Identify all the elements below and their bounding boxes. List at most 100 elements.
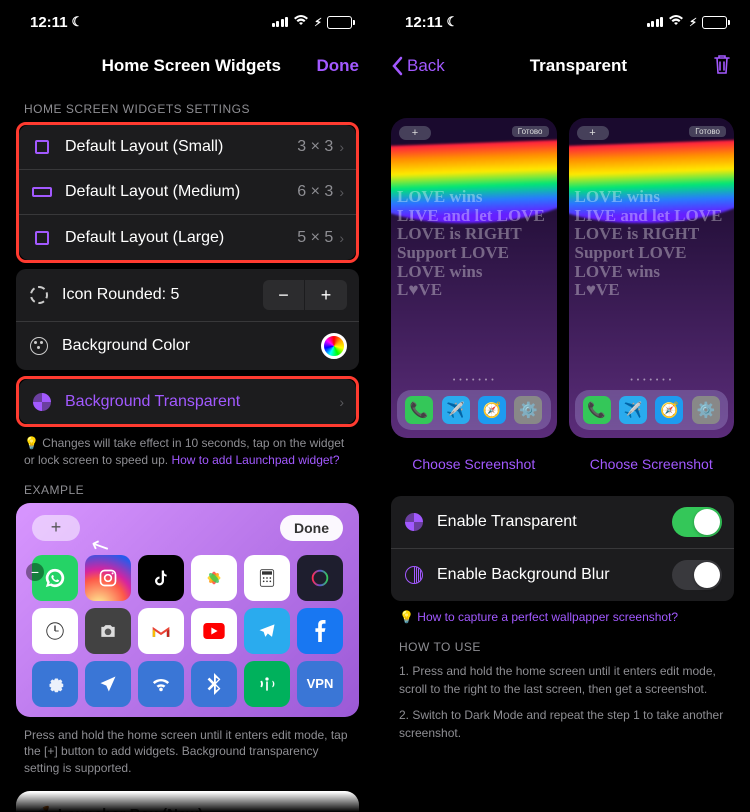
- example-done: Done: [280, 515, 343, 541]
- tip-text: 💡 Changes will take effect in 10 seconds…: [24, 435, 351, 469]
- howto-header: HOW TO USE: [399, 640, 734, 654]
- card-title: Launcher Box (New): [58, 806, 203, 812]
- layout-large-row[interactable]: Default Layout (Large) 5 × 5 ›: [19, 215, 356, 260]
- icon-grid: VPN: [26, 555, 349, 707]
- status-bar: 12:11☾ ⚡︎ 84: [375, 0, 750, 44]
- highlighted-layouts: Default Layout (Small) 3 × 3 › Default L…: [16, 122, 359, 263]
- camera-icon: [85, 608, 131, 654]
- tip-link[interactable]: How to add Launchpad widget?: [171, 453, 339, 467]
- instagram-icon: [85, 555, 131, 601]
- calculator-icon: [244, 555, 290, 601]
- choose-screenshot-button[interactable]: Choose Screenshot: [391, 448, 557, 480]
- row-label: Background Color: [62, 337, 321, 355]
- row-label: Enable Background Blur: [437, 566, 672, 584]
- back-button[interactable]: Back: [391, 56, 445, 76]
- tip-text: 💡 How to capture a perfect wallpapper sc…: [399, 609, 726, 626]
- launcher-card: 🚀 Launcher Box (New) Lock Launcher Show …: [16, 791, 359, 812]
- charge-icon: ⚡︎: [689, 16, 697, 29]
- signal-icon: [272, 17, 289, 27]
- row-label: Icon Rounded: 5: [62, 286, 263, 304]
- battery-icon: 84: [702, 16, 730, 29]
- chevron-icon: ›: [339, 230, 344, 246]
- enable-blur-row: Enable Background Blur: [391, 549, 734, 601]
- page-title: Transparent: [445, 56, 712, 76]
- remove-icon: −: [26, 563, 44, 581]
- facebook-icon: [297, 608, 343, 654]
- clock-icon: [32, 608, 78, 654]
- dnd-icon: ☾: [447, 14, 459, 30]
- bulb-icon: 💡: [24, 436, 39, 450]
- example-box: + Done ↖ −: [16, 503, 359, 717]
- rocket-icon: 🚀: [30, 805, 50, 812]
- checker-icon: [403, 511, 425, 533]
- enable-transparent-row: Enable Transparent: [391, 496, 734, 549]
- done-button[interactable]: Done: [317, 56, 360, 76]
- transparent-toggle[interactable]: [672, 507, 722, 537]
- square-icon: [31, 136, 53, 158]
- blur-icon: [403, 564, 425, 586]
- tiktok-icon: [138, 555, 184, 601]
- row-label: Enable Transparent: [437, 513, 672, 531]
- gmail-icon: [138, 608, 184, 654]
- nav-bar: Back Transparent: [375, 44, 750, 88]
- color-wheel[interactable]: [321, 333, 347, 359]
- preview-image[interactable]: + Готово LOVE winsLIVE and let LOVELOVE …: [391, 118, 557, 438]
- layout-small-row[interactable]: Default Layout (Small) 3 × 3 ›: [19, 125, 356, 170]
- row-label: Default Layout (Large): [65, 229, 297, 247]
- plus-button[interactable]: +: [305, 280, 347, 310]
- chevron-icon: ›: [339, 139, 344, 155]
- example-desc: Press and hold the home screen until it …: [24, 727, 351, 777]
- time: 12:11: [405, 14, 443, 31]
- page-title: Home Screen Widgets: [66, 56, 317, 76]
- bg-color-row[interactable]: Background Color: [16, 322, 359, 370]
- dnd-icon: ☾: [72, 14, 84, 30]
- location-icon: [85, 661, 131, 707]
- wifi-icon: [293, 14, 309, 30]
- trash-button[interactable]: [712, 53, 734, 80]
- checker-icon: [31, 391, 53, 413]
- choose-screenshot-button[interactable]: Choose Screenshot: [569, 448, 735, 480]
- layout-medium-row[interactable]: Default Layout (Medium) 6 × 3 ›: [19, 170, 356, 215]
- antenna-icon: [244, 661, 290, 707]
- bulb-icon: 💡: [399, 610, 414, 624]
- wifi-app-icon: [138, 661, 184, 707]
- youtube-icon: [191, 608, 237, 654]
- toggle-list: Enable Transparent Enable Background Blu…: [391, 496, 734, 601]
- add-widget-button: +: [32, 515, 80, 541]
- rect-icon: [31, 181, 53, 203]
- signal-icon: [647, 17, 664, 27]
- row-label: Default Layout (Small): [65, 138, 297, 156]
- preview-image[interactable]: + Готово LOVE winsLIVE and let LOVELOVE …: [569, 118, 735, 438]
- settings-icon: [32, 661, 78, 707]
- stepper: − +: [263, 280, 347, 310]
- row-value: 5 × 5: [297, 229, 333, 247]
- tip-link[interactable]: How to capture a perfect wallpapper scre…: [417, 610, 678, 624]
- row-value: 6 × 3: [297, 183, 333, 201]
- section-header: HOME SCREEN WIDGETS SETTINGS: [24, 102, 359, 116]
- chevron-icon: ›: [339, 394, 344, 410]
- bg-transparent-row[interactable]: Background Transparent ›: [19, 379, 356, 424]
- bluetooth-icon: [191, 661, 237, 707]
- howto-step-2: 2. Switch to Dark Mode and repeat the st…: [399, 706, 726, 742]
- preview-1: + Готово LOVE winsLIVE and let LOVELOVE …: [391, 118, 557, 480]
- square-icon: [31, 227, 53, 249]
- telegram-icon: [244, 608, 290, 654]
- example-header: EXAMPLE: [24, 483, 359, 497]
- photos-icon: [191, 555, 237, 601]
- battery-icon: 84: [327, 16, 355, 29]
- right-screen: 12:11☾ ⚡︎ 84 Back Transparent + Готово L…: [375, 0, 750, 812]
- left-screen: 12:11☾ ⚡︎ 84 Home Screen Widgets Done HO…: [0, 0, 375, 812]
- preview-2: + Готово LOVE winsLIVE and let LOVELOVE …: [569, 118, 735, 480]
- minus-button[interactable]: −: [263, 280, 305, 310]
- highlighted-transparent: Background Transparent ›: [16, 376, 359, 427]
- preview-row: + Готово LOVE winsLIVE and let LOVELOVE …: [391, 88, 734, 480]
- chevron-icon: ›: [339, 184, 344, 200]
- vpn-icon: VPN: [297, 661, 343, 707]
- row-label: Background Transparent: [65, 393, 333, 411]
- chevron-left-icon: [391, 56, 403, 76]
- siri-icon: [297, 555, 343, 601]
- charge-icon: ⚡︎: [314, 16, 322, 29]
- howto-step-1: 1. Press and hold the home screen until …: [399, 662, 726, 698]
- blur-toggle[interactable]: [672, 560, 722, 590]
- circle-dashed-icon: [28, 284, 50, 306]
